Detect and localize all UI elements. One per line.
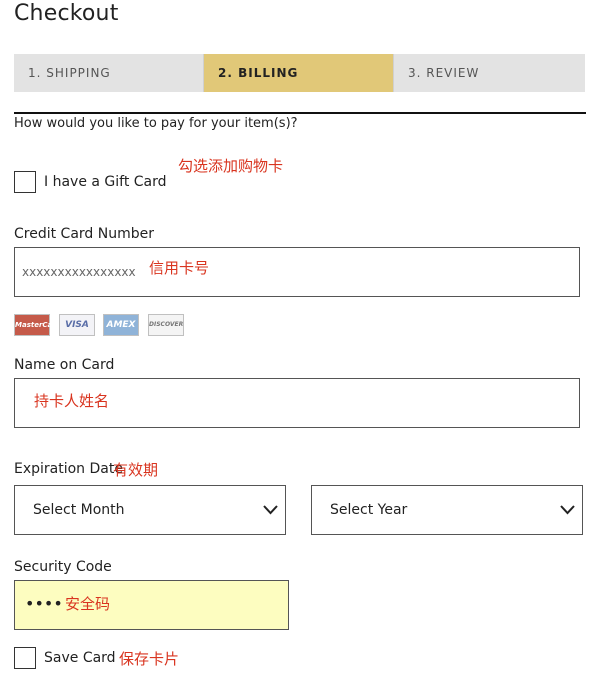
security-code-label: Security Code	[14, 559, 112, 575]
step-billing[interactable]: 2. BILLING	[204, 54, 394, 92]
chevron-down-icon[interactable]	[263, 505, 278, 515]
gift-card-label[interactable]: I have a Gift Card	[44, 174, 167, 190]
year-select-value: Select Year	[330, 502, 408, 518]
payment-question: How would you like to pay for your item(…	[14, 116, 298, 131]
card-number-value: xxxxxxxxxxxxxxxx	[22, 265, 136, 279]
security-code-annotation: 安全码	[65, 595, 111, 613]
gift-card-annotation: 勾选添加购物卡	[178, 157, 284, 175]
section-divider	[14, 112, 586, 114]
expiration-month-select[interactable]: Select Month	[14, 485, 286, 535]
discover-icon: DISCOVER	[148, 314, 184, 336]
amex-icon: AMEX	[103, 314, 139, 336]
save-card-label[interactable]: Save Card	[44, 650, 116, 666]
expiration-year-select[interactable]: Select Year	[311, 485, 583, 535]
save-card-checkbox[interactable]	[14, 647, 36, 669]
visa-icon: VISA	[59, 314, 95, 336]
step-review[interactable]: 3. REVIEW	[394, 54, 585, 92]
gift-card-checkbox[interactable]	[14, 171, 36, 193]
name-on-card-label: Name on Card	[14, 357, 115, 373]
month-select-value: Select Month	[33, 502, 125, 518]
security-code-field[interactable]: •••• 安全码	[14, 580, 289, 630]
mastercard-icon: MasterCard	[14, 314, 61, 336]
checkout-steps: 1. SHIPPING 2. BILLING 3. REVIEW	[14, 54, 585, 92]
step-shipping[interactable]: 1. SHIPPING	[14, 54, 204, 92]
expiration-annotation: 有效期	[113, 461, 159, 479]
card-number-label: Credit Card Number	[14, 226, 154, 242]
name-on-card-annotation: 持卡人姓名	[34, 392, 110, 410]
card-number-field[interactable]: xxxxxxxxxxxxxxxx 信用卡号	[14, 247, 580, 297]
card-number-annotation: 信用卡号	[149, 259, 210, 277]
expiration-label: Expiration Date	[14, 461, 123, 477]
chevron-down-icon[interactable]	[560, 505, 575, 515]
page-title: Checkout	[14, 1, 119, 26]
security-code-value: ••••	[25, 594, 63, 613]
name-on-card-field[interactable]: 持卡人姓名	[14, 378, 580, 428]
save-card-annotation: 保存卡片	[119, 650, 180, 668]
